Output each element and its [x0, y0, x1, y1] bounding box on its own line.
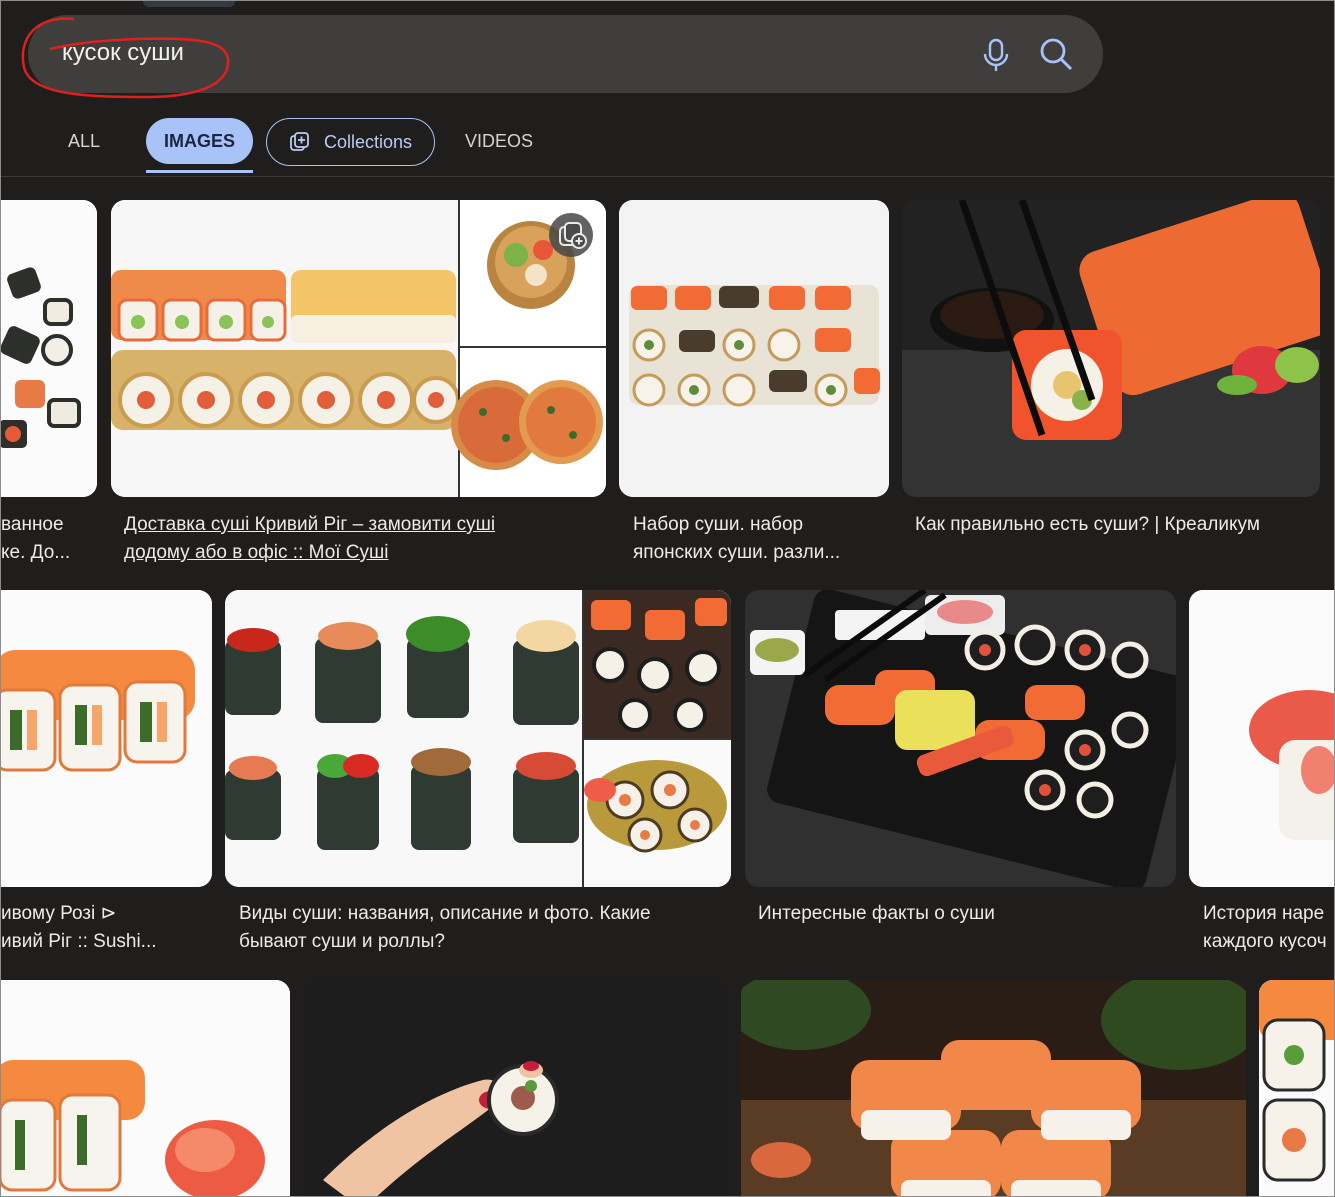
active-tab-indicator — [146, 170, 253, 173]
tab-collections[interactable]: Collections — [266, 118, 435, 166]
caption-line-1: ивому Розі ⊳ — [1, 903, 117, 924]
sushi-platter-thumbnail — [111, 200, 606, 497]
hand-sushi-thumbnail — [303, 980, 728, 1196]
caption-line-1: ванное — [1, 514, 64, 535]
caption-line-2: додому або в офіс :: Мої Суші — [124, 542, 389, 563]
image-result[interactable] — [303, 980, 728, 1196]
search-tabs: ALL IMAGES Collections VIDEOS — [1, 113, 1334, 177]
result-caption[interactable]: Набор суши. набор японских суши. разли..… — [633, 511, 883, 567]
caption-line-2: каждого кусоч — [1203, 931, 1327, 952]
search-bar[interactable]: кусок суши — [28, 15, 1103, 93]
sushi-piece-thumbnail — [1189, 590, 1334, 887]
sushi-chopsticks-thumbnail — [902, 200, 1320, 497]
caption-line-1: Виды суши: названия, описание и фото. Ка… — [239, 903, 651, 924]
sushi-rolls-thumbnail — [1259, 980, 1334, 1196]
result-caption[interactable]: Виды суши: названия, описание и фото. Ка… — [239, 900, 729, 956]
caption-line-1: История наре — [1203, 903, 1325, 924]
image-result[interactable] — [619, 200, 889, 497]
tab-videos[interactable]: VIDEOS — [456, 118, 542, 164]
search-icon[interactable] — [1038, 36, 1074, 72]
search-input[interactable]: кусок суши — [62, 39, 184, 67]
image-result[interactable] — [741, 980, 1246, 1196]
caption-line-1: Набор суши. набор — [633, 514, 804, 535]
tab-collections-label: Collections — [324, 132, 413, 152]
tab-all[interactable]: ALL — [51, 118, 117, 164]
caption-line-2: японских суши. разли... — [633, 542, 841, 563]
caption-line-1: Доставка суші Кривий Ріг – замовити суші — [124, 514, 496, 535]
result-caption[interactable]: ванное ке. До... — [1, 511, 101, 567]
result-caption[interactable]: Интересные факты о суши — [758, 900, 1168, 928]
add-to-collection-icon — [559, 222, 587, 249]
result-caption[interactable]: Как правильно есть суши? | Креаликум — [915, 511, 1325, 539]
browser-tab-edge — [143, 1, 235, 7]
image-result[interactable] — [1, 200, 97, 497]
tabs-divider — [1, 176, 1334, 177]
image-result[interactable] — [745, 590, 1176, 887]
image-result[interactable] — [1189, 590, 1334, 887]
image-result[interactable] — [902, 200, 1320, 497]
image-result[interactable] — [1, 980, 290, 1196]
collections-add-icon — [290, 132, 309, 151]
salmon-roll-ginger-thumbnail — [1, 980, 290, 1196]
image-result[interactable] — [111, 200, 606, 497]
image-result[interactable] — [1259, 980, 1334, 1196]
add-to-collection-button[interactable] — [549, 213, 593, 257]
caption-line-2: бывают суши и роллы? — [239, 931, 445, 952]
caption-line-1: Как правильно есть суши? | Креаликум — [915, 514, 1260, 535]
caption-line-2: ивий Ріг :: Sushi... — [1, 931, 157, 952]
sushi-thumbnail — [1, 200, 97, 497]
image-result[interactable] — [225, 590, 731, 887]
sushi-board-thumbnail — [745, 590, 1176, 887]
result-caption[interactable]: ивому Розі ⊳ ивий Ріг :: Sushi... — [1, 900, 211, 956]
image-result[interactable] — [1, 590, 212, 887]
salmon-roll-thumbnail — [1, 590, 212, 887]
caption-line-1: Интересные факты о суши — [758, 903, 995, 924]
caption-line-2: ке. До... — [1, 542, 71, 563]
result-caption-link[interactable]: Доставка суші Кривий Ріг – замовити суші… — [124, 511, 594, 567]
salmon-rolls-wood-thumbnail — [741, 980, 1246, 1196]
result-caption[interactable]: История наре каждого кусоч — [1203, 900, 1334, 956]
tab-images[interactable]: IMAGES — [146, 118, 253, 164]
sushi-set-thumbnail — [619, 200, 889, 497]
microphone-icon[interactable] — [981, 38, 1011, 72]
gunkan-sushi-thumbnail — [225, 590, 731, 887]
search-results-page: кусок суши ALL IMAGES Collections VIDEOS — [0, 0, 1335, 1197]
